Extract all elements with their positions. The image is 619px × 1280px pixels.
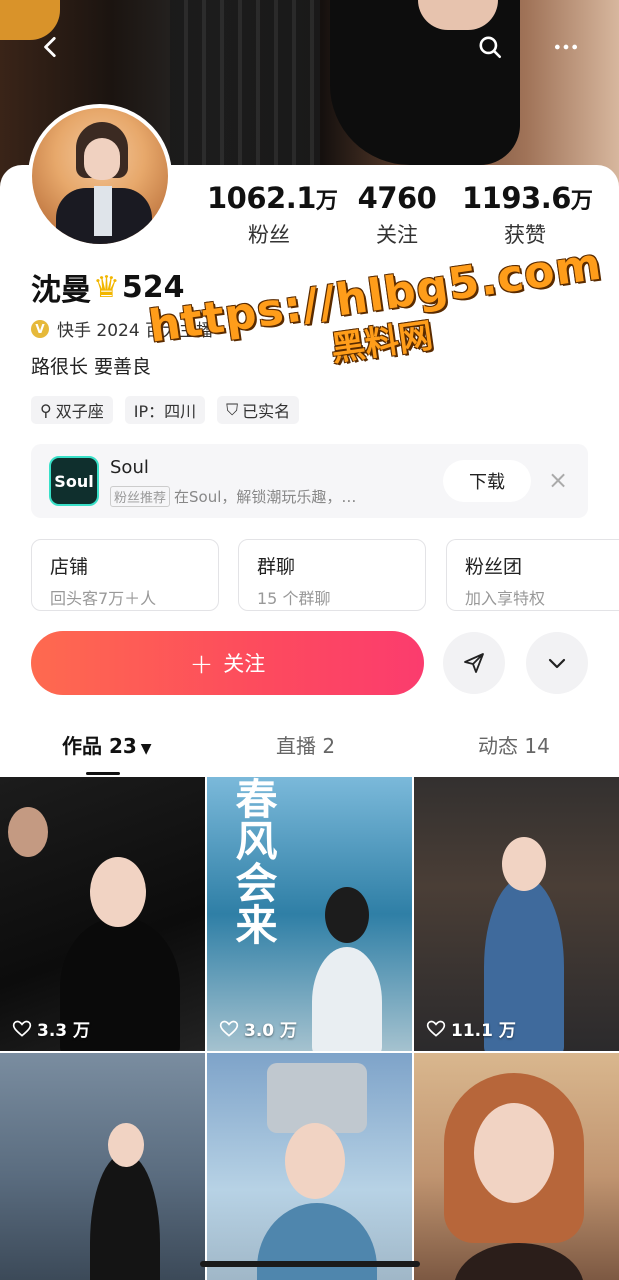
tag-zodiac[interactable]: ⚲ 双子座 xyxy=(31,396,113,424)
tag-ip[interactable]: IP：四川 xyxy=(124,396,206,424)
tag-verified-label: 已实名 xyxy=(242,402,291,421)
thumb-figure xyxy=(90,1153,160,1280)
stat-fans-label: 粉丝 xyxy=(248,223,290,247)
stat-fans[interactable]: 1062.1万 粉丝 xyxy=(207,181,338,249)
tag-verified[interactable]: ⛉ 已实名 xyxy=(217,396,300,424)
like-count: 3.3 万 xyxy=(12,1016,90,1041)
profile-screen: 1062.1万 粉丝 4760 关注 1193.6万 获赞 沈曼 ♛ 524 V… xyxy=(0,0,619,1280)
feature-group-chat[interactable]: 群聊 15 个群聊 xyxy=(238,539,426,611)
thumb-figure xyxy=(312,947,382,1051)
feature-group-sub: 15 个群聊 xyxy=(257,589,331,608)
chevron-down-icon xyxy=(548,658,566,669)
like-count-text: 11.1 万 xyxy=(451,1021,516,1041)
content-tabs: 作品 23 ▼ 直播 2 动态 14 xyxy=(0,730,619,775)
thumb-head xyxy=(285,1123,345,1199)
download-button[interactable]: 下载 xyxy=(443,460,531,502)
ad-title: Soul xyxy=(110,457,149,478)
cover-figure xyxy=(330,0,520,165)
stat-fans-value: 1062.1万 xyxy=(207,181,338,215)
feature-shop-sub: 回头客7万＋人 xyxy=(50,589,157,608)
feature-fanclub-title: 粉丝团 xyxy=(465,556,523,578)
ad-badge: 粉丝推荐 xyxy=(110,486,171,507)
thumb-head xyxy=(502,837,546,891)
video-grid: 3.3 万 春风会来 3.0 万 11.1 万 xyxy=(0,777,619,1280)
stat-following[interactable]: 4760 关注 xyxy=(355,181,439,249)
tab-moments[interactable]: 动态 14 xyxy=(478,730,550,759)
like-count-text: 3.3 万 xyxy=(37,1021,91,1041)
tab-works-label: 作品 23 xyxy=(62,734,137,758)
cover-door xyxy=(170,0,320,165)
back-button[interactable] xyxy=(34,30,68,64)
video-item[interactable] xyxy=(414,1053,619,1280)
more-dots-icon xyxy=(554,44,578,50)
follow-label: 关注 xyxy=(223,652,266,676)
thumb-head xyxy=(474,1103,554,1203)
tag-zodiac-label: 双子座 xyxy=(55,402,104,421)
thumb-head xyxy=(90,857,146,927)
avatar-shirt xyxy=(94,186,112,236)
feature-shop-title: 店铺 xyxy=(50,556,89,578)
like-count: 11.1 万 xyxy=(426,1016,516,1041)
heart-icon xyxy=(12,1020,32,1037)
soul-logo: Soul xyxy=(49,456,99,506)
tab-indicator xyxy=(86,772,120,775)
profile-name-text: 沈曼 xyxy=(31,273,91,308)
ad-banner[interactable]: Soul Soul 粉丝推荐 在Soul，解锁潮玩乐趣，… 下载 × xyxy=(31,444,588,518)
stat-likes[interactable]: 1193.6万 获赞 xyxy=(462,181,593,249)
profile-bio: 路很长 要善良 xyxy=(31,356,152,378)
thumb-figure xyxy=(454,1243,584,1280)
thumb-head xyxy=(8,807,48,857)
feature-group-title: 群聊 xyxy=(257,556,296,578)
avatar-face xyxy=(84,138,120,180)
search-button[interactable] xyxy=(473,30,507,64)
profile-tags: ⚲ 双子座 IP：四川 ⛉ 已实名 xyxy=(31,396,300,424)
feature-fanclub-sub: 加入享特权 xyxy=(465,589,546,608)
caret-down-icon: ▼ xyxy=(140,741,152,757)
like-count-text: 3.0 万 xyxy=(244,1021,298,1041)
thumb-head xyxy=(108,1123,144,1167)
plus-icon: + xyxy=(189,646,214,680)
chevron-left-icon xyxy=(44,36,56,58)
close-icon[interactable]: × xyxy=(546,468,570,492)
tag-ip-label: IP：四川 xyxy=(133,402,197,421)
feature-fan-club[interactable]: 粉丝团 加入享特权 xyxy=(446,539,619,611)
expand-button[interactable] xyxy=(526,632,588,694)
follow-button[interactable]: + 关注 xyxy=(31,631,424,695)
verified-icon: V xyxy=(31,319,49,338)
stat-likes-value: 1193.6万 xyxy=(462,181,593,215)
feature-shop[interactable]: 店铺 回头客7万＋人 xyxy=(31,539,219,611)
stat-following-value: 4760 xyxy=(357,181,437,215)
stat-following-label: 关注 xyxy=(376,223,418,247)
zodiac-icon: ⚲ xyxy=(40,400,52,420)
video-item[interactable] xyxy=(0,1053,205,1280)
home-indicator[interactable] xyxy=(200,1261,420,1267)
message-button[interactable] xyxy=(443,632,505,694)
video-item[interactable]: 3.3 万 xyxy=(0,777,205,1051)
shield-icon: ⛉ xyxy=(226,400,239,419)
search-icon xyxy=(479,36,502,59)
video-item[interactable]: 春风会来 3.0 万 xyxy=(207,777,412,1051)
thumb-figure xyxy=(257,1203,377,1280)
heart-icon xyxy=(426,1020,446,1037)
like-count: 3.0 万 xyxy=(219,1016,297,1041)
send-icon xyxy=(464,653,484,673)
tab-live[interactable]: 直播 2 xyxy=(276,730,335,759)
avatar[interactable] xyxy=(28,104,172,248)
heart-icon xyxy=(219,1020,239,1037)
tab-works[interactable]: 作品 23 ▼ xyxy=(62,730,152,759)
thumb-head xyxy=(325,887,369,943)
video-item[interactable]: 11.1 万 xyxy=(414,777,619,1051)
video-item[interactable] xyxy=(207,1053,412,1280)
more-button[interactable] xyxy=(549,30,583,64)
crown-icon: ♛ xyxy=(93,269,120,305)
ad-desc: 粉丝推荐 在Soul，解锁潮玩乐趣，… xyxy=(110,486,356,507)
video-overlay-text: 春风会来 xyxy=(229,777,278,945)
ad-desc-text: 在Soul，解锁潮玩乐趣，… xyxy=(174,488,357,506)
